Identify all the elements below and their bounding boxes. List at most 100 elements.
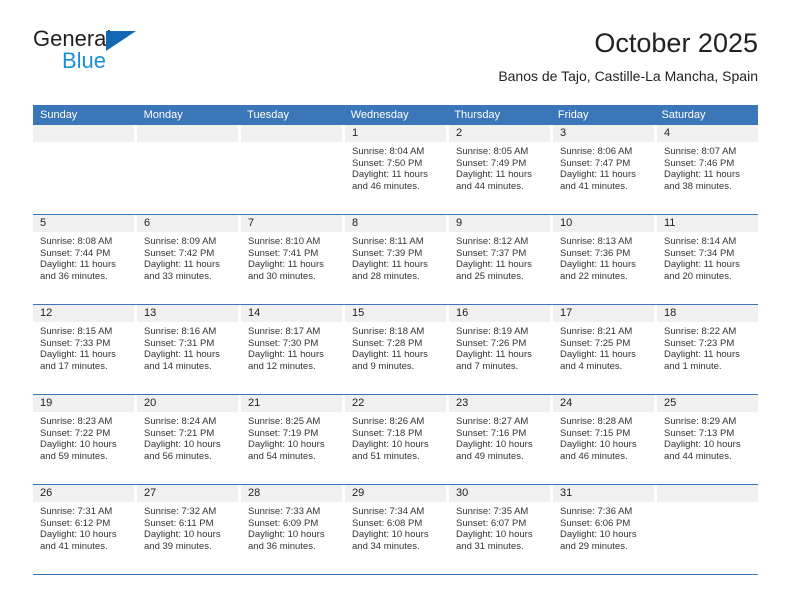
day-detail-line: Daylight: 11 hours xyxy=(248,259,324,271)
day-details xyxy=(657,502,758,506)
day-details: Sunrise: 8:28 AM Sunset: 7:15 PM Daylight:… xyxy=(553,412,654,462)
day-detail-line: Sunset: 7:28 PM xyxy=(352,337,423,349)
day-cell-3[interactable]: 3 Sunrise: 8:06 AM Sunset: 7:47 PM Daylight… xyxy=(553,125,657,214)
weekday-header-sunday: Sunday xyxy=(40,109,78,121)
day-number: 13 xyxy=(137,305,238,322)
day-detail-line: Daylight: 10 hours xyxy=(40,529,117,541)
day-details xyxy=(137,142,238,146)
day-details: Sunrise: 8:14 AM Sunset: 7:34 PM Daylight:… xyxy=(657,232,758,282)
day-cell-1[interactable]: 1 Sunrise: 8:04 AM Sunset: 7:50 PM Daylight… xyxy=(345,125,449,214)
day-cell-11[interactable]: 11 Sunrise: 8:14 AM Sunset: 7:34 PM Dayligh… xyxy=(657,215,758,304)
day-cell-31[interactable]: 31 Sunrise: 7:36 AM Sunset: 6:06 PM Dayligh… xyxy=(553,485,657,574)
day-detail-line: Daylight: 10 hours xyxy=(40,439,117,451)
day-detail-line: Sunset: 7:41 PM xyxy=(248,247,319,259)
day-detail-line: Sunrise: 7:31 AM xyxy=(40,506,113,517)
day-cell-15[interactable]: 15 Sunrise: 8:18 AM Sunset: 7:28 PM Dayligh… xyxy=(345,305,449,394)
day-cell-29[interactable]: 29 Sunrise: 7:34 AM Sunset: 6:08 PM Dayligh… xyxy=(345,485,449,574)
day-cell-21[interactable]: 21 Sunrise: 8:25 AM Sunset: 7:19 PM Dayligh… xyxy=(241,395,345,484)
day-details: Sunrise: 8:23 AM Sunset: 7:22 PM Daylight:… xyxy=(33,412,134,462)
day-detail-line: and 49 minutes. xyxy=(456,450,524,462)
day-cell-10[interactable]: 10 Sunrise: 8:13 AM Sunset: 7:36 PM Dayligh… xyxy=(553,215,657,304)
day-cell-16[interactable]: 16 Sunrise: 8:19 AM Sunset: 7:26 PM Dayligh… xyxy=(449,305,553,394)
day-detail-line: and 34 minutes. xyxy=(352,540,420,552)
day-cell-12[interactable]: 12 Sunrise: 8:15 AM Sunset: 7:33 PM Dayligh… xyxy=(33,305,137,394)
weekday-header-tuesday: Tuesday xyxy=(247,109,289,121)
page-subtitle: Banos de Tajo, Castille-La Mancha, Spain xyxy=(498,68,758,84)
day-number: 17 xyxy=(553,305,654,322)
day-number: 14 xyxy=(241,305,342,322)
day-cell-6[interactable]: 6 Sunrise: 8:09 AM Sunset: 7:42 PM Daylight… xyxy=(137,215,241,304)
day-detail-line: and 4 minutes. xyxy=(560,360,623,372)
day-details: Sunrise: 8:27 AM Sunset: 7:16 PM Daylight:… xyxy=(449,412,550,462)
day-detail-line: Sunset: 7:37 PM xyxy=(456,247,527,259)
day-cell-17[interactable]: 17 Sunrise: 8:21 AM Sunset: 7:25 PM Dayligh… xyxy=(553,305,657,394)
day-detail-line: and 22 minutes. xyxy=(560,270,628,282)
day-detail-line: Sunset: 7:39 PM xyxy=(352,247,423,259)
day-number: 16 xyxy=(449,305,550,322)
week-row: 12 Sunrise: 8:15 AM Sunset: 7:33 PM Dayligh… xyxy=(33,305,758,395)
day-cell-25[interactable]: 25 Sunrise: 8:29 AM Sunset: 7:13 PM Dayligh… xyxy=(657,395,758,484)
day-detail-line: Sunset: 7:21 PM xyxy=(144,427,215,439)
day-cell-8[interactable]: 8 Sunrise: 8:11 AM Sunset: 7:39 PM Daylight… xyxy=(345,215,449,304)
day-detail-line: Sunrise: 8:16 AM xyxy=(144,326,217,337)
day-number: 7 xyxy=(241,215,342,232)
day-cell-26[interactable]: 26 Sunrise: 7:31 AM Sunset: 6:12 PM Dayligh… xyxy=(33,485,137,574)
day-details: Sunrise: 8:04 AM Sunset: 7:50 PM Daylight:… xyxy=(345,142,446,192)
day-detail-line: and 41 minutes. xyxy=(40,540,108,552)
day-cell-20[interactable]: 20 Sunrise: 8:24 AM Sunset: 7:21 PM Dayligh… xyxy=(137,395,241,484)
day-number: 5 xyxy=(33,215,134,232)
day-cell-5[interactable]: 5 Sunrise: 8:08 AM Sunset: 7:44 PM Daylight… xyxy=(33,215,137,304)
day-details: Sunrise: 7:34 AM Sunset: 6:08 PM Daylight:… xyxy=(345,502,446,552)
day-detail-line: Daylight: 11 hours xyxy=(248,349,324,361)
day-detail-line: Sunrise: 7:32 AM xyxy=(144,506,217,517)
day-detail-line: and 46 minutes. xyxy=(560,450,628,462)
day-detail-line: Sunrise: 7:34 AM xyxy=(352,506,425,517)
day-cell-24[interactable]: 24 Sunrise: 8:28 AM Sunset: 7:15 PM Dayligh… xyxy=(553,395,657,484)
day-detail-line: Daylight: 11 hours xyxy=(456,349,532,361)
day-cell-30[interactable]: 30 Sunrise: 7:35 AM Sunset: 6:07 PM Dayligh… xyxy=(449,485,553,574)
day-detail-line: and 17 minutes. xyxy=(40,360,108,372)
day-detail-line: Sunrise: 7:35 AM xyxy=(456,506,529,517)
day-cell-13[interactable]: 13 Sunrise: 8:16 AM Sunset: 7:31 PM Dayligh… xyxy=(137,305,241,394)
day-cell-7[interactable]: 7 Sunrise: 8:10 AM Sunset: 7:41 PM Daylight… xyxy=(241,215,345,304)
day-number: 15 xyxy=(345,305,446,322)
day-detail-line: Sunrise: 8:25 AM xyxy=(248,416,321,427)
week-row: 19 Sunrise: 8:23 AM Sunset: 7:22 PM Dayligh… xyxy=(33,395,758,485)
day-detail-line: Daylight: 10 hours xyxy=(248,439,325,451)
day-details: Sunrise: 7:33 AM Sunset: 6:09 PM Daylight:… xyxy=(241,502,342,552)
day-cell-4[interactable]: 4 Sunrise: 8:07 AM Sunset: 7:46 PM Daylight… xyxy=(657,125,758,214)
day-details: Sunrise: 8:17 AM Sunset: 7:30 PM Daylight:… xyxy=(241,322,342,372)
day-detail-line: Sunset: 7:50 PM xyxy=(352,157,423,169)
day-number: 8 xyxy=(345,215,446,232)
day-detail-line: Sunset: 7:25 PM xyxy=(560,337,631,349)
day-number: 24 xyxy=(553,395,654,412)
day-details: Sunrise: 8:05 AM Sunset: 7:49 PM Daylight:… xyxy=(449,142,550,192)
day-cell-28[interactable]: 28 Sunrise: 7:33 AM Sunset: 6:09 PM Dayligh… xyxy=(241,485,345,574)
day-detail-line: and 46 minutes. xyxy=(352,180,420,192)
day-cell-23[interactable]: 23 Sunrise: 8:27 AM Sunset: 7:16 PM Dayligh… xyxy=(449,395,553,484)
day-detail-line: Sunset: 7:31 PM xyxy=(144,337,215,349)
day-cell-22[interactable]: 22 Sunrise: 8:26 AM Sunset: 7:18 PM Dayligh… xyxy=(345,395,449,484)
day-cell-18[interactable]: 18 Sunrise: 8:22 AM Sunset: 7:23 PM Dayligh… xyxy=(657,305,758,394)
day-detail-line: Sunset: 7:18 PM xyxy=(352,427,423,439)
day-cell-9[interactable]: 9 Sunrise: 8:12 AM Sunset: 7:37 PM Daylight… xyxy=(449,215,553,304)
day-detail-line: Sunrise: 8:28 AM xyxy=(560,416,633,427)
general-blue-logo[interactable]: General Blue xyxy=(33,26,183,82)
day-detail-line: and 54 minutes. xyxy=(248,450,316,462)
day-detail-line: Sunrise: 8:15 AM xyxy=(40,326,113,337)
day-detail-line: Sunrise: 8:17 AM xyxy=(248,326,321,337)
week-row: 5 Sunrise: 8:08 AM Sunset: 7:44 PM Daylight… xyxy=(33,215,758,305)
day-number: 29 xyxy=(345,485,446,502)
day-cell-27[interactable]: 27 Sunrise: 7:32 AM Sunset: 6:11 PM Dayligh… xyxy=(137,485,241,574)
day-details: Sunrise: 8:12 AM Sunset: 7:37 PM Daylight:… xyxy=(449,232,550,282)
day-cell-19[interactable]: 19 Sunrise: 8:23 AM Sunset: 7:22 PM Dayligh… xyxy=(33,395,137,484)
day-cell-2[interactable]: 2 Sunrise: 8:05 AM Sunset: 7:49 PM Daylight… xyxy=(449,125,553,214)
day-details: Sunrise: 8:10 AM Sunset: 7:41 PM Daylight:… xyxy=(241,232,342,282)
day-cell-14[interactable]: 14 Sunrise: 8:17 AM Sunset: 7:30 PM Dayligh… xyxy=(241,305,345,394)
day-detail-line: Daylight: 10 hours xyxy=(560,439,637,451)
day-number xyxy=(33,125,134,142)
day-detail-line: Daylight: 11 hours xyxy=(664,169,740,181)
day-detail-line: and 31 minutes. xyxy=(456,540,524,552)
day-detail-line: and 36 minutes. xyxy=(40,270,108,282)
triangle-icon xyxy=(106,31,136,51)
